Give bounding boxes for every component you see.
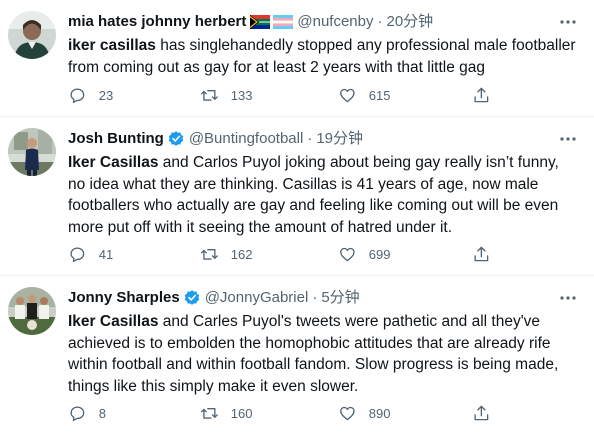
retweet-icon xyxy=(200,407,218,419)
share-icon xyxy=(474,405,489,420)
more-icon xyxy=(560,137,576,141)
retweet-button[interactable]: 133 xyxy=(200,86,338,105)
display-name[interactable]: Jonny Sharples xyxy=(68,288,180,308)
retweet-icon xyxy=(200,248,218,260)
separator-dot: · xyxy=(307,130,313,147)
reply-icon xyxy=(70,406,85,421)
tweet[interactable]: Josh Bunting @Buntingfootball · 19分钟 Ike… xyxy=(0,117,594,276)
avatar[interactable] xyxy=(8,11,56,59)
user-handle[interactable]: @nufcenby xyxy=(297,12,373,32)
share-button[interactable] xyxy=(472,404,491,423)
tweet-text-bold: Iker Casillas xyxy=(68,154,159,171)
display-name[interactable]: Josh Bunting xyxy=(68,129,164,149)
more-icon xyxy=(560,20,576,24)
share-button[interactable] xyxy=(472,245,491,264)
reply-count: 23 xyxy=(98,87,114,103)
heart-icon xyxy=(340,88,355,102)
user-handle[interactable]: @JonnyGabriel xyxy=(205,288,309,308)
like-button[interactable]: 890 xyxy=(338,404,472,423)
reply-count: 8 xyxy=(98,405,106,421)
avatar[interactable] xyxy=(8,287,56,335)
verified-badge-icon xyxy=(184,290,199,305)
timestamp[interactable]: 5分钟 xyxy=(321,288,359,308)
tweet-text-bold: Iker Casillas xyxy=(68,313,159,330)
reply-count: 41 xyxy=(98,246,114,262)
verified-badge-icon xyxy=(168,131,184,146)
like-count: 615 xyxy=(368,87,391,103)
timestamp[interactable]: 20分钟 xyxy=(386,12,433,32)
separator-dot: · xyxy=(377,13,383,30)
tweet[interactable]: Jonny Sharples @JonnyGabriel · 5分钟 Iker … xyxy=(0,276,594,435)
tweet-actions: 8 160 890 xyxy=(68,403,508,423)
tweet-header: mia hates johnny herbert @nufcenby · 20分… xyxy=(68,12,433,32)
name-flags xyxy=(250,15,294,29)
avatar[interactable] xyxy=(8,128,56,176)
tweet-text: iker casillas has singlehandedly stopped… xyxy=(68,35,580,78)
more-options-button[interactable] xyxy=(558,288,578,308)
tweet-actions: 41 162 699 xyxy=(68,244,508,264)
like-count: 890 xyxy=(368,405,391,421)
like-count: 699 xyxy=(368,246,391,262)
tweet-header: Josh Bunting @Buntingfootball · 19分钟 xyxy=(68,129,363,149)
more-options-button[interactable] xyxy=(558,129,578,149)
tweet-feed: mia hates johnny herbert @nufcenby · 20分… xyxy=(0,0,594,435)
tweet-text-bold: iker casillas xyxy=(68,37,156,54)
transgender-flag-icon xyxy=(273,15,294,29)
reply-icon xyxy=(70,247,85,262)
like-button[interactable]: 615 xyxy=(338,86,472,105)
retweet-count: 133 xyxy=(230,87,253,103)
retweet-icon xyxy=(200,89,218,101)
timestamp[interactable]: 19分钟 xyxy=(316,129,363,149)
like-button[interactable]: 699 xyxy=(338,245,472,264)
heart-icon xyxy=(340,247,355,261)
separator-dot: · xyxy=(312,289,318,306)
tweet-header: Jonny Sharples @JonnyGabriel · 5分钟 xyxy=(68,288,360,308)
retweet-count: 162 xyxy=(230,246,253,262)
user-handle[interactable]: @Buntingfootball xyxy=(189,129,303,149)
share-icon xyxy=(474,246,489,261)
heart-icon xyxy=(340,406,355,420)
more-icon xyxy=(560,296,576,300)
tweet-text: Iker Casillas and Carles Puyol's tweets … xyxy=(68,311,580,397)
reply-button[interactable]: 8 xyxy=(68,404,200,423)
display-name[interactable]: mia hates johnny herbert xyxy=(68,12,246,32)
tweet-actions: 23 133 615 xyxy=(68,85,508,105)
reply-icon xyxy=(70,88,85,103)
more-options-button[interactable] xyxy=(558,12,578,32)
retweet-button[interactable]: 160 xyxy=(200,404,338,423)
share-button[interactable] xyxy=(472,86,491,105)
tweet-text: Iker Casillas and Carlos Puyol joking ab… xyxy=(68,152,580,238)
reply-button[interactable]: 23 xyxy=(68,86,200,105)
retweet-button[interactable]: 162 xyxy=(200,245,338,264)
reply-button[interactable]: 41 xyxy=(68,245,200,264)
retweet-count: 160 xyxy=(230,405,253,421)
south-africa-flag-icon xyxy=(250,15,271,29)
share-icon xyxy=(474,87,489,102)
tweet[interactable]: mia hates johnny herbert @nufcenby · 20分… xyxy=(0,0,594,117)
